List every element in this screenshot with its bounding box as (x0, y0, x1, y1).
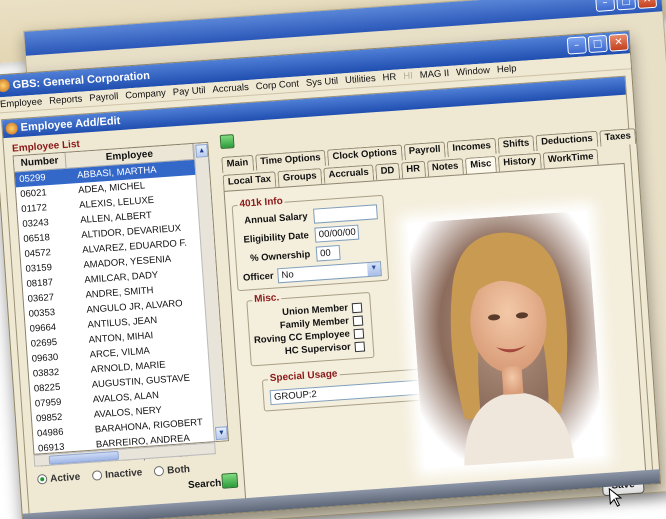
hc-supervisor-checkbox[interactable] (354, 341, 366, 353)
menu-pay-util[interactable]: Pay Util (172, 83, 206, 100)
tab-hr[interactable]: HR (400, 160, 426, 179)
menu-sys-util[interactable]: Sys Util (305, 74, 339, 91)
scroll-down-arrow-icon[interactable]: ▼ (215, 426, 228, 441)
family-member-checkbox[interactable] (352, 315, 364, 327)
menu-accruals[interactable]: Accruals (212, 80, 249, 98)
chevron-down-icon[interactable]: ▼ (366, 262, 381, 277)
eligibility-date-input[interactable]: 00/00/00 (314, 224, 360, 243)
filter-both-label: Both (166, 463, 191, 477)
special-usage-group: Special Usage GROUP:2 (261, 367, 434, 412)
filter-active-option[interactable]: Active (36, 471, 81, 486)
special-usage-caption: Special Usage (267, 368, 340, 385)
officer-value: No (281, 269, 295, 282)
close-button[interactable]: ✕ (608, 33, 629, 52)
subwindow-logo-icon (5, 122, 19, 135)
menu-mag-ii[interactable]: MAG II (419, 66, 450, 83)
menu-hr[interactable]: HR (382, 70, 397, 86)
tab-main[interactable]: Main (221, 154, 254, 173)
employee-list[interactable]: Number Employee 05299 ABBASI, MARTHA 06021… (12, 141, 230, 469)
background-maximize-button[interactable]: □ (615, 0, 637, 11)
menu-utilities[interactable]: Utilities (345, 71, 377, 88)
officer-dropdown[interactable]: No ▼ (277, 261, 382, 284)
menu-help[interactable]: Help (496, 61, 517, 77)
ownership-label: % Ownership (249, 249, 311, 265)
employee-add-edit-window: Employee Add/Edit Employee List Number E… (1, 75, 654, 519)
menu-payroll[interactable]: Payroll (89, 89, 119, 106)
annual-salary-label: Annual Salary (243, 211, 308, 227)
app-logo-icon (0, 78, 11, 93)
minimize-button[interactable]: – (566, 36, 587, 55)
officer-label: Officer (242, 270, 275, 284)
menu-window[interactable]: Window (456, 63, 491, 80)
misc-caption: Misc. (251, 292, 282, 306)
annual-salary-input[interactable] (313, 204, 378, 224)
menu-disabled: HI (402, 70, 414, 83)
misc-group: Misc. Union Member Family Member Roving … (246, 291, 375, 367)
radio-both[interactable] (153, 466, 165, 477)
roving-cc-checkbox[interactable] (353, 328, 365, 340)
union-member-checkbox[interactable] (351, 302, 363, 314)
filter-inactive-option[interactable]: Inactive (91, 467, 143, 482)
desktop-scene: – □ ✕ GBS: General Corporation – □ ✕ Emp… (0, 0, 666, 519)
tab-incomes[interactable]: Incomes (446, 137, 497, 158)
mouse-pointer-icon (608, 487, 623, 507)
menu-corp-cont[interactable]: Corp Cont (255, 76, 299, 94)
hc-supervisor-label: HC Supervisor (284, 341, 352, 358)
tab-deductions[interactable]: Deductions (535, 130, 599, 151)
tab-shifts[interactable]: Shifts (497, 135, 535, 154)
radio-active[interactable] (36, 474, 48, 485)
employee-photo (407, 210, 604, 469)
ownership-input[interactable]: 00 (315, 244, 341, 262)
filter-active-label: Active (49, 471, 81, 485)
search-label: Search (187, 477, 222, 492)
menu-reports[interactable]: Reports (49, 92, 83, 109)
misc-tab-panel: 401k Info Annual Salary Eligibility Date… (223, 162, 647, 507)
subwindow-title: Employee Add/Edit (20, 114, 121, 134)
search-button[interactable] (221, 472, 239, 489)
navigate-button[interactable] (219, 134, 235, 150)
radio-inactive[interactable] (91, 470, 103, 482)
maximize-button[interactable]: □ (587, 34, 608, 54)
menu-company[interactable]: Company (125, 86, 167, 104)
menu-employee[interactable]: Employee (0, 94, 43, 112)
special-usage-input[interactable]: GROUP:2 (269, 379, 427, 406)
scroll-up-arrow-icon[interactable]: ▲ (195, 143, 209, 158)
background-close-button[interactable]: ✕ (636, 0, 658, 9)
filter-inactive-label: Inactive (104, 467, 143, 481)
tab-dd[interactable]: DD (375, 162, 400, 181)
k401-caption: 401k Info (237, 195, 286, 210)
k401-group: 401k Info Annual Salary Eligibility Date… (231, 194, 390, 292)
main-app-window: GBS: General Corporation – □ ✕ Employee … (0, 30, 662, 519)
eligibility-date-label: Eligibility Date (243, 230, 310, 246)
employee-photo-image (407, 210, 604, 469)
background-minimize-button[interactable]: – (595, 0, 616, 12)
tab-taxes[interactable]: Taxes (599, 128, 637, 147)
filter-both-option[interactable]: Both (153, 463, 191, 477)
employee-detail-area: Main Time Options Clock Options Payroll Inco… (219, 107, 647, 507)
tab-payroll[interactable]: Payroll (403, 141, 447, 161)
